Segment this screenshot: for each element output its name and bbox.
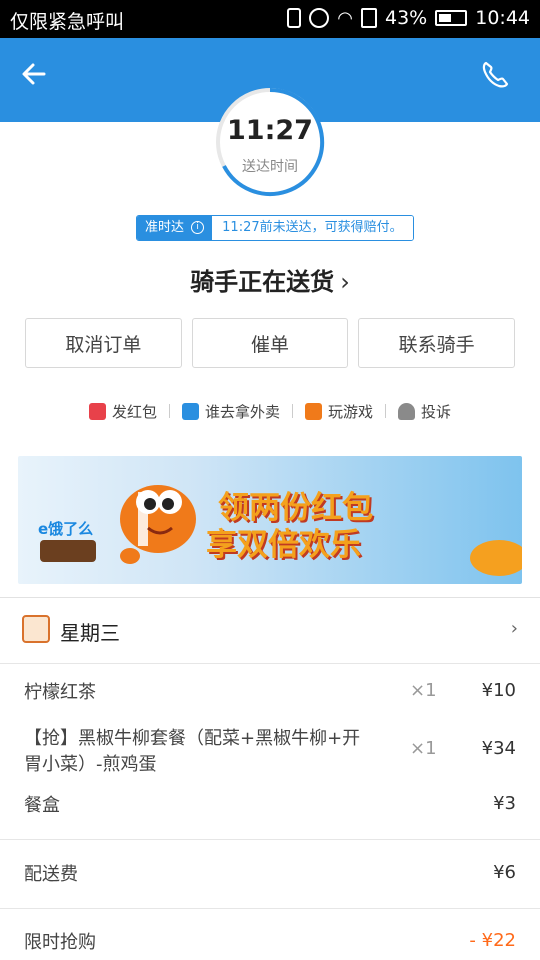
quick-link-label: 玩游戏 <box>328 402 374 421</box>
eta-time: 11:27 <box>227 115 313 146</box>
dice-icon <box>181 402 199 420</box>
divider <box>0 839 540 840</box>
contact-rider-button[interactable]: 联系骑手 <box>358 318 516 368</box>
info-icon: i <box>191 221 205 234</box>
divider <box>0 908 540 909</box>
item-qty: ×1 <box>410 738 437 759</box>
quick-link-label: 谁去拿外卖 <box>204 402 280 421</box>
urge-order-button[interactable]: 催单 <box>191 318 349 368</box>
eta-timer: 11:27 送达时间 <box>214 86 326 198</box>
item-price: ¥10 <box>481 680 516 701</box>
item-name: 餐盒 <box>24 795 60 816</box>
banner-headline: 领两份红包 享双倍欢乐 <box>206 490 373 564</box>
wifi-icon: ◠ <box>337 7 353 29</box>
item-qty: ×1 <box>410 680 437 701</box>
shop-header[interactable]: 星期三 › <box>0 598 540 664</box>
vibrate-icon <box>287 8 302 28</box>
ontime-badge: 准时达 i <box>137 216 213 240</box>
alarm-icon <box>309 8 330 28</box>
ontime-message: 11:27前未送达，可获得赔付。 <box>212 216 413 240</box>
back-button[interactable] <box>18 58 66 102</box>
order-item-row: 【抢】黑椒牛柳套餐（配菜+黑椒牛柳+开 胃小菜）-煎鸡蛋 ×1 ¥34 <box>0 726 540 778</box>
game-logo <box>40 540 96 562</box>
status-bar: 仅限紧急呼叫 ◠ 43% 10:44 <box>0 0 540 38</box>
delivery-status-title[interactable]: 骑手正在送货 › <box>0 262 540 297</box>
order-details: 星期三 › 柠檬红茶 ×1 ¥10 【抢】黑椒牛柳套餐（配菜+黑椒牛柳+开 胃小… <box>0 597 540 960</box>
promo-banner-area: e饿了么 领两份红包 享双倍欢乐 <box>0 442 540 597</box>
carrier-text: 仅限紧急呼叫 <box>10 11 125 33</box>
clock: 10:44 <box>475 7 530 29</box>
banner-headline-line1: 领两份红包 <box>218 490 373 526</box>
quick-links: 发红包 谁去拿外卖 玩游戏 投诉 <box>0 396 540 426</box>
red-envelope-icon <box>88 402 106 420</box>
quick-link-game[interactable]: 玩游戏 <box>293 401 385 422</box>
chevron-right-icon: › <box>510 618 518 639</box>
quick-link-label: 投诉 <box>421 402 452 421</box>
order-item-row: 餐盒 ¥3 <box>0 793 540 821</box>
quick-link-label: 发红包 <box>111 402 157 421</box>
action-buttons: 取消订单 催单 联系骑手 <box>25 318 516 368</box>
battery-percent: 43% <box>385 7 428 29</box>
eleme-logo: e饿了么 <box>38 520 94 538</box>
status-icons: ◠ 43% 10:44 <box>287 7 530 29</box>
delivery-fee-row: 配送费 ¥6 <box>0 862 540 890</box>
shop-logo <box>22 615 50 643</box>
ontime-guarantee[interactable]: 准时达 i 11:27前未送达，可获得赔付。 <box>136 215 414 241</box>
item-name: 【抢】黑椒牛柳套餐（配菜+黑椒牛柳+开 胃小菜）-煎鸡蛋 <box>24 726 360 778</box>
item-price: ¥3 <box>493 793 516 814</box>
call-button[interactable] <box>478 58 522 102</box>
banner-headline-line2: 享双倍欢乐 <box>206 527 361 563</box>
fee-price: ¥6 <box>493 862 516 883</box>
item-price: ¥34 <box>481 738 516 759</box>
item-name-line2: 胃小菜）-煎鸡蛋 <box>24 754 157 775</box>
battery-icon <box>435 10 468 26</box>
ontime-badge-label: 准时达 <box>145 220 185 235</box>
phone-icon <box>482 61 509 88</box>
flash-sale-row: 限时抢购 - ¥22 <box>0 930 540 958</box>
promo-banner[interactable]: e饿了么 领两份红包 享双倍欢乐 <box>18 456 522 584</box>
gamepad-icon <box>305 402 322 420</box>
quick-link-red-envelope[interactable]: 发红包 <box>77 401 169 422</box>
shop-name: 星期三 <box>60 621 120 645</box>
chevron-right-icon: › <box>340 268 350 296</box>
status-title-text: 骑手正在送货 <box>190 268 335 296</box>
complaint-icon <box>398 402 416 420</box>
quick-link-pickup[interactable]: 谁去拿外卖 <box>170 401 292 422</box>
coin-graphic <box>470 540 522 576</box>
clownfish-illustration <box>120 485 196 564</box>
fee-label: 配送费 <box>24 864 78 885</box>
order-item-row: 柠檬红茶 ×1 ¥10 <box>0 680 540 708</box>
quick-link-complaint[interactable]: 投诉 <box>386 401 463 422</box>
sim-icon <box>361 8 377 28</box>
cancel-order-button[interactable]: 取消订单 <box>25 318 182 368</box>
discount-price: - ¥22 <box>469 930 516 951</box>
discount-label: 限时抢购 <box>24 932 96 953</box>
item-name-line1: 【抢】黑椒牛柳套餐（配菜+黑椒牛柳+开 <box>24 728 361 749</box>
item-name: 柠檬红茶 <box>24 682 96 703</box>
back-arrow-icon <box>22 63 46 85</box>
eta-label: 送达时间 <box>242 159 298 175</box>
